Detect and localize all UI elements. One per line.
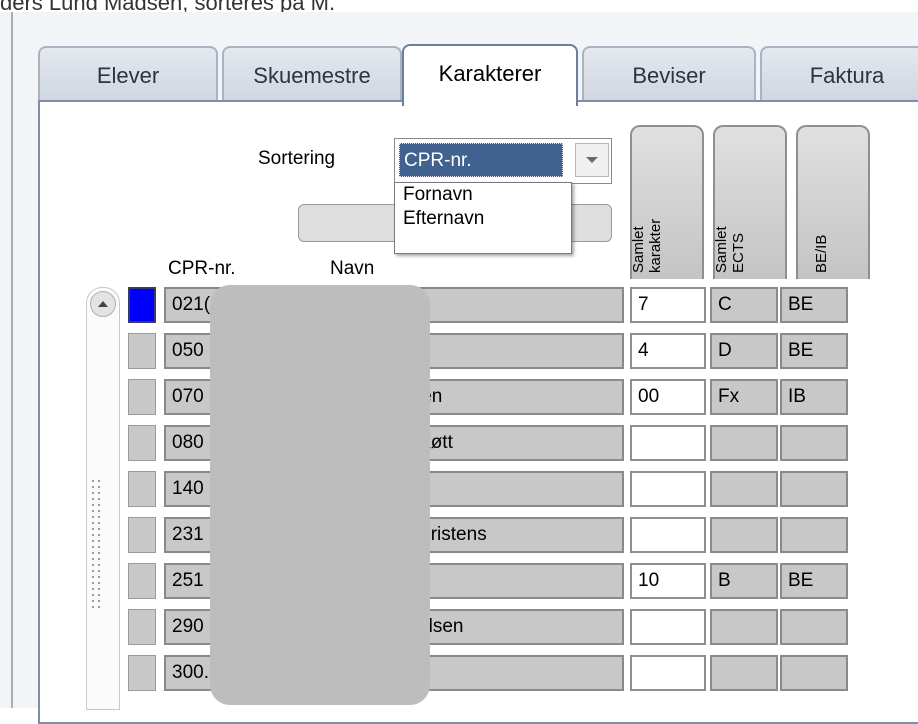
current-record-indicator[interactable] (128, 609, 156, 645)
current-record-indicator[interactable] (128, 655, 156, 691)
grade-input[interactable] (630, 655, 706, 691)
current-record-indicator[interactable] (128, 517, 156, 553)
tab-beviser[interactable]: Beviser (582, 46, 756, 104)
ects-cell (710, 609, 778, 645)
dropdown-button[interactable] (575, 143, 609, 177)
current-record-indicator[interactable] (128, 379, 156, 415)
be-ib-cell (780, 609, 848, 645)
grade-input[interactable] (630, 517, 706, 553)
current-record-indicator[interactable] (128, 333, 156, 369)
grade-input[interactable]: 4 (630, 333, 706, 369)
ects-cell: B (710, 563, 778, 599)
col-header-samlet-karakter-label: Samlet karakter (630, 218, 664, 273)
ects-cell (710, 655, 778, 691)
be-ib-cell: IB (780, 379, 848, 415)
ects-cell (710, 425, 778, 461)
sortering-select[interactable]: CPR-nr. (394, 138, 612, 184)
ects-cell: C (710, 287, 778, 323)
sortering-selected-value[interactable]: CPR-nr. (399, 143, 563, 177)
be-ib-cell: BE (780, 333, 848, 369)
ects-cell (710, 517, 778, 553)
grade-input[interactable] (630, 609, 706, 645)
be-ib-cell (780, 471, 848, 507)
tab-faktura[interactable]: Faktura (760, 46, 918, 104)
ects-cell: Fx (710, 379, 778, 415)
col-header-be-ib-label: BE/IB (813, 234, 830, 273)
redacted-region (210, 285, 430, 705)
col-header-samlet-ects-label: Samlet ECTS (713, 226, 747, 273)
grade-input[interactable] (630, 425, 706, 461)
be-ib-cell (780, 517, 848, 553)
grade-input[interactable]: 10 (630, 563, 706, 599)
be-ib-cell: BE (780, 563, 848, 599)
tab-skuemestre[interactable]: Skuemestre (222, 46, 402, 104)
col-header-navn: Navn (330, 258, 375, 279)
be-ib-cell: BE (780, 287, 848, 323)
scroll-up-button[interactable] (90, 291, 116, 317)
arrow-up-icon (98, 301, 108, 307)
sortering-label: Sortering (258, 148, 336, 169)
grade-input[interactable]: 7 (630, 287, 706, 323)
grade-input[interactable] (630, 471, 706, 507)
option-efternavn[interactable]: Efternavn (395, 207, 571, 231)
col-header-samlet-karakter: Samlet karakter (630, 125, 704, 279)
sortering-dropdown-list: Fornavn Efternavn (394, 182, 572, 254)
option-fornavn[interactable]: Fornavn (395, 183, 571, 207)
tab-elever[interactable]: Elever (38, 46, 218, 104)
col-header-samlet-ects: Samlet ECTS (713, 125, 787, 279)
grade-input[interactable]: 00 (630, 379, 706, 415)
chevron-down-icon (586, 157, 598, 163)
col-header-cpr: CPR-nr. (168, 258, 236, 279)
be-ib-cell (780, 425, 848, 461)
current-record-indicator[interactable] (128, 563, 156, 599)
col-header-be-ib: BE/IB (796, 125, 870, 279)
scroll-grip[interactable] (90, 478, 104, 608)
current-record-indicator[interactable] (128, 425, 156, 461)
tab-karakterer[interactable]: Karakterer (402, 44, 578, 106)
current-record-indicator[interactable] (128, 471, 156, 507)
ects-cell: D (710, 333, 778, 369)
current-record-indicator[interactable] (128, 287, 156, 323)
ects-cell (710, 471, 778, 507)
be-ib-cell (780, 655, 848, 691)
window-border (11, 12, 13, 708)
